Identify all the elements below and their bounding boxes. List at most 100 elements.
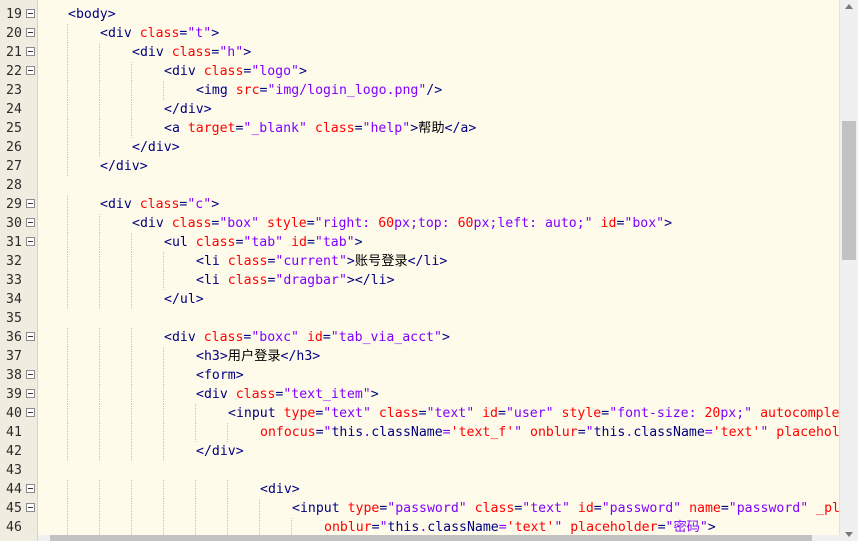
fold-toggle-icon[interactable] bbox=[26, 237, 35, 246]
code-line[interactable]: 20 <div class="t"> bbox=[0, 24, 838, 43]
code-line[interactable]: 22 <div class="logo"> bbox=[0, 62, 838, 81]
code-token: <div> bbox=[260, 482, 300, 497]
line-number: 27 bbox=[6, 159, 22, 174]
indent-guide bbox=[67, 233, 68, 252]
code-line[interactable]: 42 </div> bbox=[0, 442, 838, 461]
indent-guide bbox=[99, 81, 100, 100]
code-line[interactable]: 32 <li class="current">账号登录</li> bbox=[0, 252, 838, 271]
code-token: </a> bbox=[444, 121, 477, 136]
fold-toggle-icon[interactable] bbox=[26, 484, 35, 493]
code-token: " bbox=[554, 520, 571, 535]
code-token: class bbox=[378, 406, 419, 421]
code-line[interactable]: 39 <div class="text_item"> bbox=[0, 385, 838, 404]
indent-guide bbox=[67, 214, 68, 233]
code-token: <a bbox=[164, 121, 188, 136]
scroll-up-arrow-icon[interactable] bbox=[845, 4, 853, 9]
code-token: > bbox=[211, 26, 220, 41]
code-token: "logo" bbox=[251, 64, 299, 79]
code-line[interactable]: 34 </ul> bbox=[0, 290, 838, 309]
code-line[interactable]: 31 <ul class="tab" id="tab"> bbox=[0, 233, 838, 252]
fold-toggle-icon[interactable] bbox=[26, 370, 35, 379]
code-line[interactable]: 23 <img src="img/login_logo.png"/> bbox=[0, 81, 838, 100]
code-line[interactable]: 35 bbox=[0, 309, 838, 328]
code-token: class bbox=[227, 273, 268, 288]
code-token: > bbox=[354, 235, 363, 250]
code-line[interactable]: 36 <div class="boxc" id="tab_via_acct"> bbox=[0, 328, 838, 347]
indent-guide bbox=[99, 100, 100, 119]
code-line[interactable]: 24 </div> bbox=[0, 100, 838, 119]
fold-toggle-icon[interactable] bbox=[26, 389, 35, 398]
horizontal-scroll-thumb[interactable] bbox=[50, 535, 812, 541]
code-token: <div bbox=[132, 216, 172, 231]
fold-toggle-icon[interactable] bbox=[26, 503, 35, 512]
fold-toggle-icon[interactable] bbox=[26, 47, 35, 56]
code-line[interactable]: 26 </div> bbox=[0, 138, 838, 157]
indent-guide bbox=[99, 480, 100, 499]
vertical-scroll-thumb[interactable] bbox=[842, 121, 856, 261]
code-token: class bbox=[227, 254, 268, 269]
indent-guide bbox=[131, 62, 132, 81]
vertical-scrollbar[interactable] bbox=[839, 0, 858, 541]
horizontal-scrollbar[interactable] bbox=[38, 535, 840, 541]
code-line[interactable]: 38 <form> bbox=[0, 366, 838, 385]
code-token: placeholder bbox=[570, 520, 658, 535]
code-token: <input bbox=[228, 406, 284, 421]
indent-guide bbox=[67, 119, 68, 138]
indent-guide bbox=[131, 385, 132, 404]
code-line[interactable]: 19 <body> bbox=[0, 5, 838, 24]
indent-guide bbox=[163, 271, 164, 290]
code-line[interactable]: 40 <input type="text" class="text" id="us… bbox=[0, 404, 839, 423]
indent-guide bbox=[195, 480, 196, 499]
code-token: type bbox=[347, 501, 380, 516]
indent-guide bbox=[131, 328, 132, 347]
code-token: "help" bbox=[362, 121, 411, 136]
code-line[interactable]: 33 <li class="dragbar"></li> bbox=[0, 271, 838, 290]
line-number: 41 bbox=[6, 425, 22, 440]
code-line[interactable]: 27 </div> bbox=[0, 157, 838, 176]
indent-guide bbox=[99, 119, 100, 138]
code-line[interactable]: 29 <div class="c"> bbox=[0, 195, 838, 214]
fold-toggle-icon[interactable] bbox=[26, 218, 35, 227]
code-line[interactable]: 25 <a target="_blank" class="help">帮助</a> bbox=[0, 119, 838, 138]
indent-guide bbox=[67, 43, 68, 62]
code-line[interactable]: 30 <div class="box" style="right: 60px;to… bbox=[0, 214, 838, 233]
code-editor[interactable]: 19 <body> 20 <div class="t"> 21 <div class="h… bbox=[0, 0, 858, 541]
code-token: <li bbox=[196, 254, 228, 269]
indent-guide bbox=[99, 385, 100, 404]
fold-toggle-icon[interactable] bbox=[26, 332, 35, 341]
indent-guide bbox=[131, 499, 132, 518]
indent-guide bbox=[131, 271, 132, 290]
fold-toggle-icon[interactable] bbox=[26, 9, 35, 18]
scroll-down-arrow-icon[interactable] bbox=[845, 532, 853, 537]
code-line[interactable]: 41 onfocus="this.className='text_f'" onbl… bbox=[0, 423, 840, 442]
line-number: 25 bbox=[6, 121, 22, 136]
indent-guide bbox=[67, 62, 68, 81]
line-number: 35 bbox=[6, 311, 22, 326]
code-line[interactable]: 45 <input type="password" class="text" id… bbox=[0, 499, 840, 518]
code-token: px;top: bbox=[394, 216, 458, 231]
code-token: class bbox=[203, 330, 244, 345]
indent-guide bbox=[99, 43, 100, 62]
fold-toggle-icon[interactable] bbox=[26, 66, 35, 75]
code-line[interactable]: 21 <div class="h"> bbox=[0, 43, 838, 62]
fold-toggle-icon[interactable] bbox=[26, 408, 35, 417]
code-lines[interactable]: 19 <body> 20 <div class="t"> 21 <div class="h… bbox=[0, 5, 840, 537]
code-line[interactable]: 43 bbox=[0, 461, 838, 480]
indent-guide bbox=[67, 328, 68, 347]
code-token: <h3> bbox=[196, 349, 228, 364]
code-token: </li> bbox=[407, 254, 448, 269]
indent-guide bbox=[99, 328, 100, 347]
fold-toggle-icon[interactable] bbox=[26, 199, 35, 208]
indent-guide bbox=[67, 195, 68, 214]
code-token: this bbox=[593, 425, 626, 440]
code-token: <div bbox=[100, 197, 140, 212]
indent-guide bbox=[163, 81, 164, 100]
fold-toggle-icon[interactable] bbox=[26, 28, 35, 37]
code-line[interactable]: 28 bbox=[0, 176, 838, 195]
code-token: "text" bbox=[323, 406, 379, 421]
code-token: > bbox=[441, 330, 450, 345]
code-line[interactable]: 37 <h3>用户登录</h3> bbox=[0, 347, 838, 366]
code-line[interactable]: 44 <div> bbox=[0, 480, 838, 499]
code-token: type bbox=[283, 406, 316, 421]
code-token: <body> bbox=[68, 7, 116, 22]
